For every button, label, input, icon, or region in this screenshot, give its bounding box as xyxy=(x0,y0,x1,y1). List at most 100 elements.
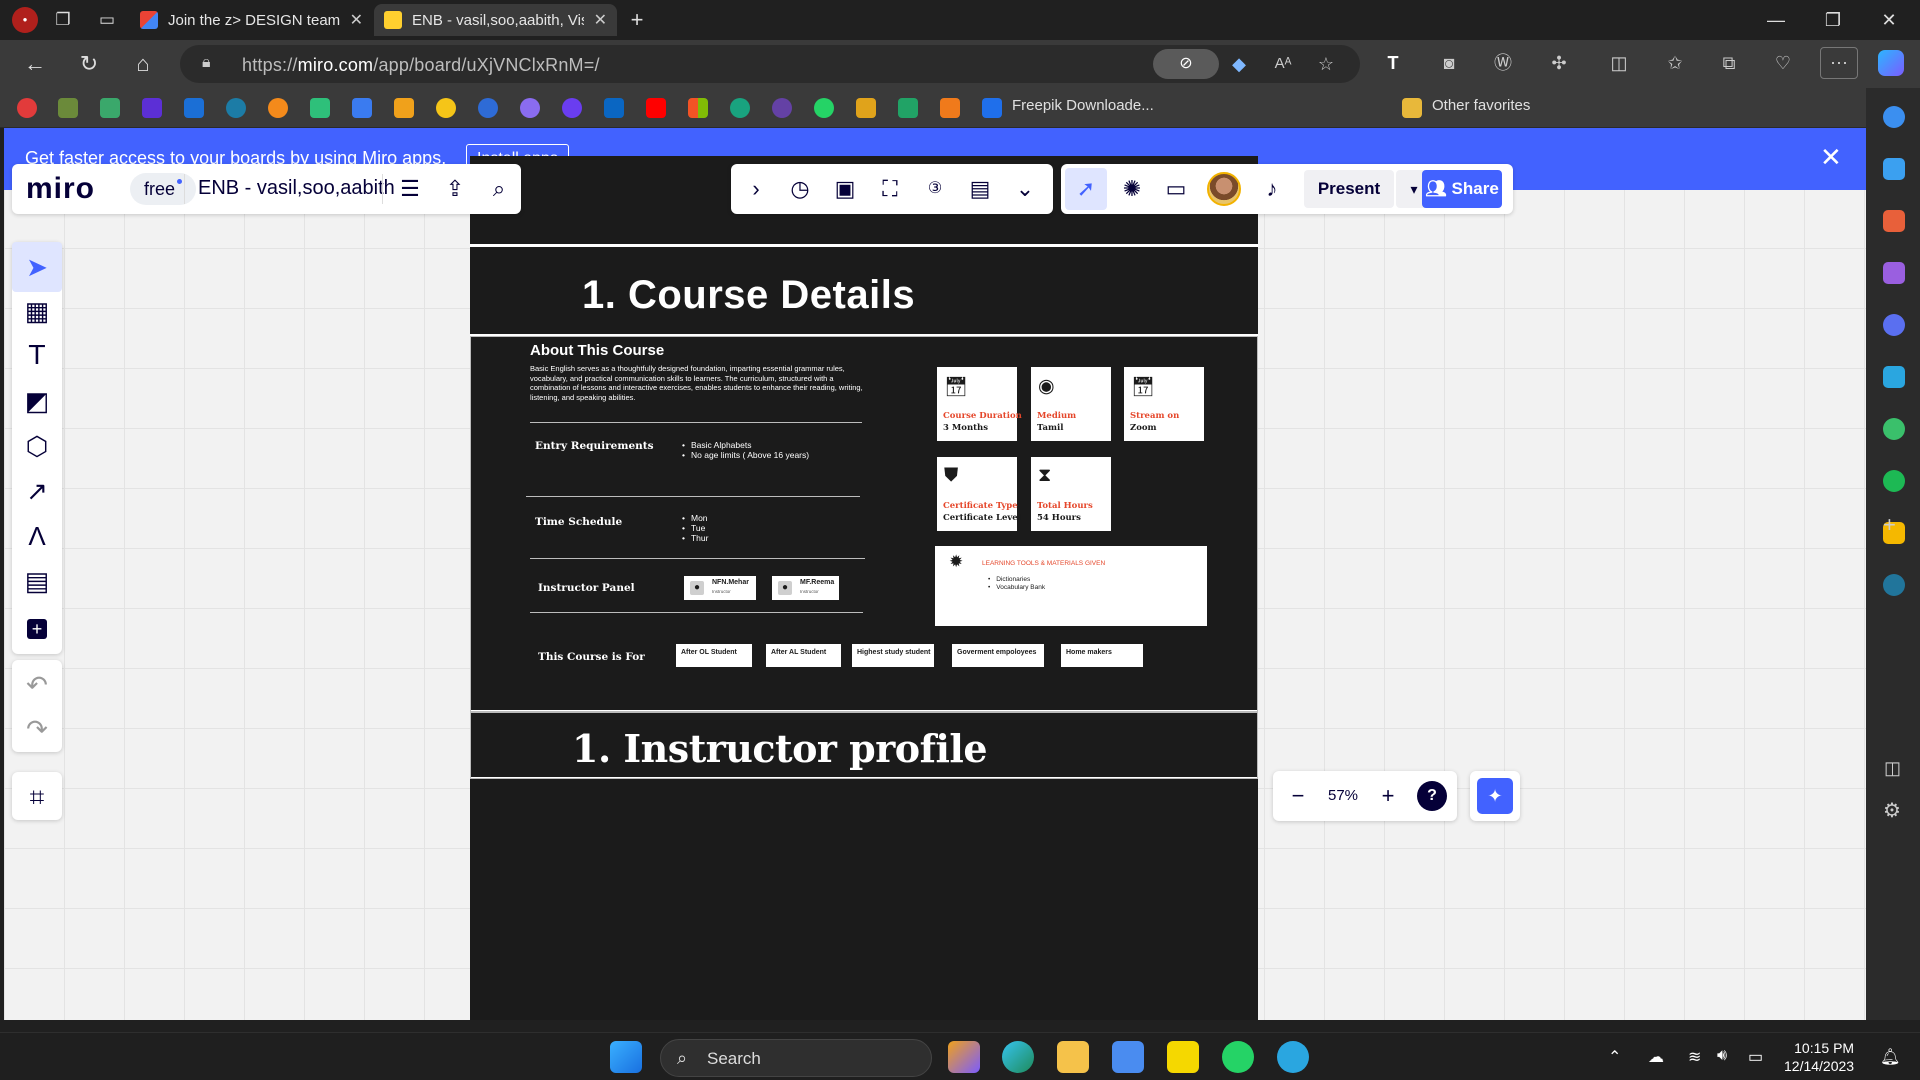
notification-bell-icon[interactable]: 🔔︎ xyxy=(1880,1047,1900,1067)
share-button[interactable]: 👥︎ Share xyxy=(1422,170,1502,208)
send-icon[interactable] xyxy=(1883,366,1905,388)
zoom-in-icon[interactable]: + xyxy=(1375,783,1401,809)
split-screen-icon[interactable]: ◫ xyxy=(1606,50,1632,76)
taskbar-search[interactable]: ⌕ Search xyxy=(660,1039,932,1077)
plan-badge[interactable]: free xyxy=(130,173,197,205)
tracking-prevention-icon[interactable]: ⊘ xyxy=(1153,49,1219,79)
wifi-icon[interactable]: ≋ xyxy=(1688,1047,1701,1067)
favorites-icon[interactable]: ✩ xyxy=(1662,50,1688,76)
copilot-side-icon[interactable] xyxy=(1883,314,1905,336)
wordpress-icon[interactable] xyxy=(1883,574,1905,596)
restore-button[interactable]: ❐ xyxy=(1810,6,1856,34)
sticky-note-icon[interactable]: ◩ xyxy=(12,376,62,426)
focus-icon[interactable]: ⛶ xyxy=(877,176,903,202)
card-add-icon[interactable]: ▣ xyxy=(832,176,858,202)
connector-icon[interactable]: ↗ xyxy=(12,466,62,516)
chatgpt-icon[interactable] xyxy=(730,98,750,118)
spotify-icon[interactable] xyxy=(1883,470,1905,492)
templates-icon[interactable]: ▦ xyxy=(12,286,62,336)
tree-icon[interactable] xyxy=(1883,418,1905,440)
health-icon[interactable]: ♡ xyxy=(1770,50,1796,76)
learning-tools-card[interactable]: ✹ LEARNING TOOLS & MATERIALS GIVEN Dicti… xyxy=(935,546,1207,626)
reactions-icon[interactable]: ✺ xyxy=(1119,176,1145,202)
info-card-medium[interactable]: ◉ Medium Tamil xyxy=(1031,367,1111,441)
fav-ext-20-icon[interactable] xyxy=(856,98,876,118)
windows-start-icon[interactable] xyxy=(610,1041,642,1073)
fav-ext-14-icon[interactable] xyxy=(562,98,582,118)
youtube-icon[interactable] xyxy=(646,98,666,118)
battery-icon[interactable]: ▭ xyxy=(1748,1047,1763,1067)
more-menu-icon[interactable]: ⋯ xyxy=(1820,47,1858,79)
player-icon[interactable] xyxy=(1167,1041,1199,1073)
twitch-icon[interactable] xyxy=(772,98,792,118)
present-button[interactable]: Present xyxy=(1304,170,1394,208)
fav-ext-13-icon[interactable] xyxy=(520,98,540,118)
volume-icon[interactable]: 🔊︎ xyxy=(1717,1047,1727,1065)
fav-ext-6-icon[interactable] xyxy=(226,98,246,118)
fav-ext-22-icon[interactable] xyxy=(940,98,960,118)
fav-ext-9-icon[interactable] xyxy=(352,98,372,118)
export-icon[interactable]: ⇪ xyxy=(442,176,468,202)
ai-assist-button[interactable]: ✦ xyxy=(1470,771,1520,821)
tab-actions-icon[interactable]: ▭ xyxy=(96,9,118,31)
notes-icon[interactable]: ▤ xyxy=(967,176,993,202)
cursor-mode-icon[interactable]: ➚ xyxy=(1065,168,1107,210)
linkedin-icon[interactable] xyxy=(604,98,624,118)
copilot-icon[interactable] xyxy=(1878,50,1904,76)
miro-canvas[interactable]: Get faster access to your boards by usin… xyxy=(4,128,1866,1020)
close-icon[interactable]: ✕ xyxy=(594,10,607,30)
clock[interactable]: 10:15 PM 12/14/2023 xyxy=(1784,1039,1854,1075)
bell-icon[interactable] xyxy=(1883,106,1905,128)
instructor-chip[interactable]: ● NFN.Mehar Instructor xyxy=(684,576,756,600)
zoom-out-icon[interactable]: − xyxy=(1285,783,1311,809)
add-more-icon[interactable]: + xyxy=(12,601,62,651)
copilot-taskbar-icon[interactable] xyxy=(948,1041,980,1073)
fav-ext-8-icon[interactable] xyxy=(310,98,330,118)
workspaces-icon[interactable]: ❐ xyxy=(52,9,74,31)
microsoft-icon[interactable] xyxy=(688,98,708,118)
profile-icon[interactable]: ● xyxy=(12,7,38,33)
new-tab-icon[interactable]: + xyxy=(626,9,648,31)
fav-ext-5-icon[interactable] xyxy=(184,98,204,118)
telegram-icon[interactable] xyxy=(1277,1041,1309,1073)
timer-icon[interactable]: ◷ xyxy=(787,176,813,202)
tab-gmail[interactable]: Join the z> DESIGN team in Miro ✕ xyxy=(130,4,373,36)
menu-icon[interactable]: ☰ xyxy=(397,176,423,202)
text-tool-icon[interactable]: T xyxy=(12,331,62,381)
read-aloud-icon[interactable]: Aᴬ xyxy=(1270,51,1296,77)
miro-logo[interactable]: miro xyxy=(26,172,95,206)
fav-ext-1-icon[interactable] xyxy=(17,98,37,118)
games-icon[interactable] xyxy=(1883,262,1905,284)
whatsapp-taskbar-icon[interactable] xyxy=(1222,1041,1254,1073)
minimize-button[interactable]: — xyxy=(1753,6,1799,34)
select-tool-icon[interactable]: ➤ xyxy=(12,242,62,292)
tab-miro[interactable]: ENB - vasil,soo,aabith, Visual Wo ✕ xyxy=(374,4,617,36)
comments-icon[interactable]: ▭ xyxy=(1163,176,1189,202)
frames-icon[interactable]: ⌗ xyxy=(12,772,62,822)
file-explorer-icon[interactable] xyxy=(1057,1041,1089,1073)
store-icon[interactable] xyxy=(1112,1041,1144,1073)
shopping-icon[interactable] xyxy=(1883,210,1905,232)
cloud-icon[interactable]: ☁ xyxy=(1648,1047,1664,1067)
sidebar-toggle-icon[interactable]: ◫ xyxy=(1884,758,1901,779)
close-icon[interactable]: ✕ xyxy=(350,10,363,30)
fav-ext-11-icon[interactable] xyxy=(436,98,456,118)
comment-icon[interactable]: ▤ xyxy=(12,556,62,606)
chevron-up-icon[interactable]: ⌃ xyxy=(1608,1047,1621,1067)
whatsapp-icon[interactable] xyxy=(814,98,834,118)
close-window-button[interactable]: ✕ xyxy=(1866,6,1912,34)
freepik-icon[interactable] xyxy=(982,98,1002,118)
avatar[interactable] xyxy=(1207,172,1241,206)
extensions-icon[interactable]: ✣ xyxy=(1546,50,1572,76)
chevron-right-icon[interactable]: › xyxy=(743,176,769,202)
help-icon[interactable]: ? xyxy=(1417,781,1447,811)
fav-ext-7-icon[interactable] xyxy=(268,98,288,118)
settings-icon[interactable]: ⚙ xyxy=(1883,798,1901,823)
shapes-icon[interactable]: ⬡ xyxy=(12,421,62,471)
fav-ext-4-icon[interactable] xyxy=(142,98,162,118)
back-icon[interactable]: ← xyxy=(22,51,48,77)
refresh-icon[interactable]: ↻ xyxy=(76,51,102,77)
chevrons-down-icon[interactable]: ⌄ xyxy=(1012,176,1038,202)
fav-ext-10-icon[interactable] xyxy=(394,98,414,118)
home-icon[interactable]: ⌂ xyxy=(130,51,156,77)
